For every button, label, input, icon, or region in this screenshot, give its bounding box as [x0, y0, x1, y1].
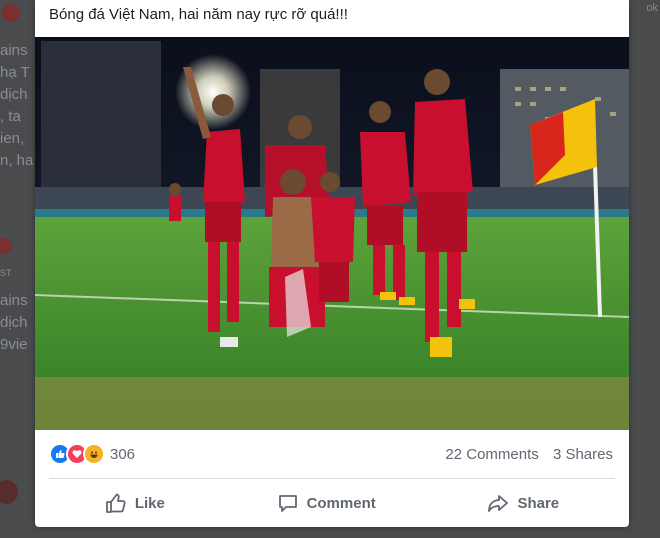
- comment-button-label: Comment: [306, 494, 376, 512]
- background-text: ains: [0, 42, 28, 59]
- comment-button[interactable]: Comment: [277, 492, 376, 514]
- post-photo[interactable]: [35, 37, 629, 430]
- background-text: dịch: [0, 314, 28, 331]
- share-arrow-icon: [487, 492, 509, 514]
- background-text: ST: [0, 268, 12, 278]
- background-text-right: ok: [646, 2, 658, 14]
- like-button-label: Like: [134, 494, 165, 512]
- background-text: hạ T: [0, 64, 30, 81]
- reactions-summary[interactable]: 306: [49, 443, 136, 465]
- background-text: 9vie: [0, 336, 28, 353]
- like-button[interactable]: Like: [105, 492, 165, 514]
- post-text: Bóng đá Việt Nam, hai năm nay rực rỡ quá…: [49, 6, 348, 23]
- comments-count-link[interactable]: 22 Comments: [445, 446, 538, 463]
- thumbs-up-icon: [105, 492, 127, 514]
- comment-icon: [277, 492, 299, 514]
- background-text: ien,: [0, 130, 25, 147]
- divider: [49, 478, 615, 479]
- share-button[interactable]: Share: [487, 492, 559, 514]
- haha-icon: [83, 443, 105, 465]
- post-stats: 22 Comments 3 Shares: [435, 446, 613, 463]
- background-avatar: [2, 4, 20, 22]
- background-text: dịch: [0, 86, 28, 103]
- facebook-post: Bóng đá Việt Nam, hai năm nay rực rỡ quá…: [35, 0, 629, 527]
- background-avatar: [0, 238, 12, 254]
- reaction-count: 306: [110, 445, 136, 463]
- background-text: n, ha: [0, 152, 34, 169]
- background-text: ains: [0, 292, 28, 309]
- post-actions: Like Comment Share: [49, 485, 615, 521]
- background-sidebar: ains hạ T dịch , ta ien, n, ha ST ains d…: [0, 0, 36, 538]
- background-text: , ta: [0, 108, 21, 125]
- shares-count-link[interactable]: 3 Shares: [553, 446, 613, 463]
- background-avatar: [0, 480, 18, 504]
- share-button-label: Share: [517, 494, 560, 512]
- football-celebration-image: [35, 37, 629, 430]
